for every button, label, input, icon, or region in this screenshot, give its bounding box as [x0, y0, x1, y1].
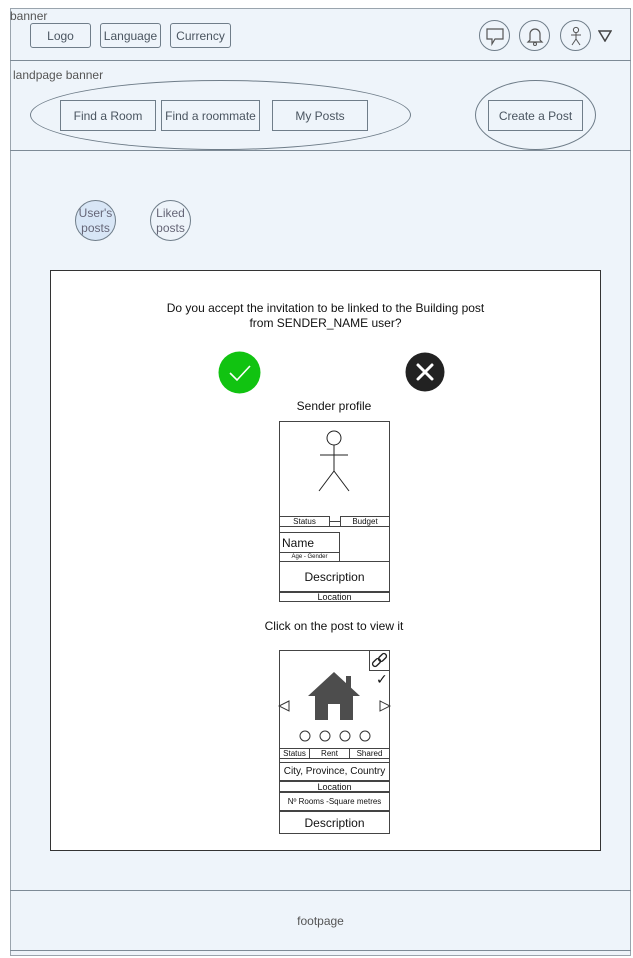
messages-icon[interactable]	[479, 20, 510, 51]
landpage-divider	[10, 150, 631, 151]
sender-profile-heading: Sender profile	[296, 399, 372, 413]
post-description: Description	[279, 811, 390, 834]
profile-name: Name	[279, 532, 340, 553]
invitation-question-line2: from SENDER_NAME user?	[249, 316, 402, 330]
find-room-button[interactable]: Find a Room	[60, 100, 156, 131]
language-button[interactable]: Language	[100, 23, 161, 48]
check-icon	[218, 351, 261, 394]
post-shared: Shared	[349, 748, 390, 759]
my-posts-button[interactable]: My Posts	[272, 100, 368, 131]
click-post-heading: Click on the post to view it	[264, 619, 404, 633]
liked-posts-label: Liked posts	[156, 206, 185, 235]
checkmark-icon: ✓	[376, 671, 388, 687]
reject-button[interactable]	[405, 352, 445, 392]
profile-divider	[279, 526, 390, 527]
users-posts-label: User's posts	[78, 206, 113, 235]
post-location: Location	[279, 781, 390, 792]
accept-button[interactable]	[218, 351, 261, 394]
landpage-banner-label: landpage banner	[13, 68, 104, 82]
invitation-question-line1: Do you accept the invitation to be linke…	[166, 301, 485, 315]
liked-posts-tab[interactable]: Liked posts	[150, 200, 191, 241]
post-city: City, Province, Country	[279, 762, 390, 781]
logo-button[interactable]: Logo	[30, 23, 91, 48]
footer-bottom-line	[10, 950, 631, 951]
profile-location: Location	[279, 592, 390, 602]
post-rent: Rent	[309, 748, 350, 759]
close-icon	[405, 352, 445, 392]
post-rooms: Nº Rooms -Square metres	[279, 792, 390, 811]
person-icon	[316, 429, 352, 493]
create-post-button[interactable]: Create a Post	[488, 100, 583, 131]
banner-label: banner	[10, 9, 48, 23]
prev-arrow-icon[interactable]	[277, 699, 290, 712]
user-profile-icon[interactable]	[560, 20, 591, 51]
profile-description: Description	[279, 561, 390, 592]
notifications-icon[interactable]	[519, 20, 550, 51]
currency-button[interactable]: Currency	[170, 23, 231, 48]
post-status: Status	[279, 748, 310, 759]
dropdown-arrow-icon[interactable]	[597, 29, 613, 43]
status-budget-connector	[330, 521, 340, 522]
link-icon[interactable]	[369, 650, 390, 671]
carousel-dots[interactable]	[298, 729, 374, 742]
footer-label: footpage	[297, 914, 344, 928]
find-roommate-button[interactable]: Find a roommate	[161, 100, 260, 131]
banner-divider	[10, 60, 631, 61]
house-icon	[306, 670, 362, 722]
footer-divider	[10, 890, 631, 891]
users-posts-tab[interactable]: User's posts	[75, 200, 116, 241]
next-arrow-icon[interactable]	[379, 699, 392, 712]
